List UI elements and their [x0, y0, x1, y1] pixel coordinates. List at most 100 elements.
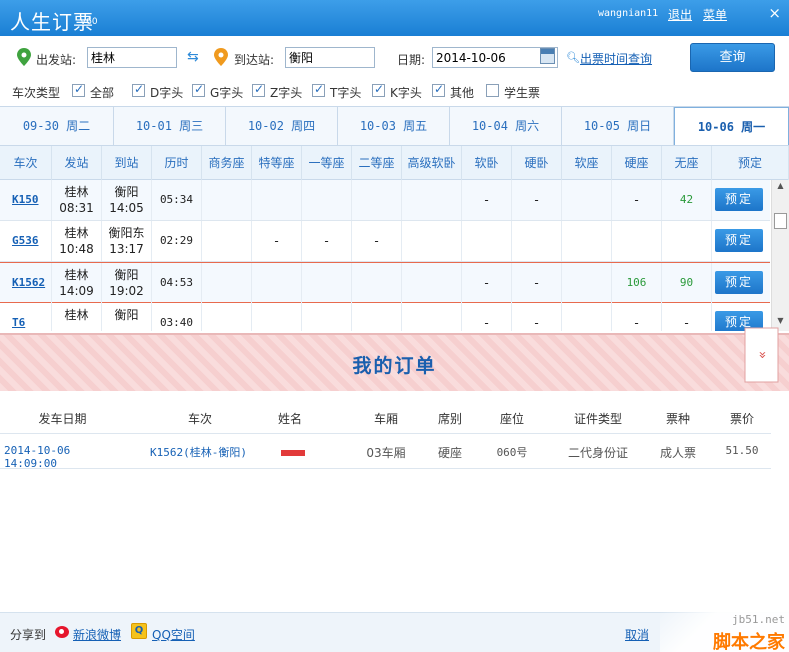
to-station: 衡阳 — [114, 308, 139, 322]
book-button[interactable]: 预定 — [715, 229, 763, 252]
to-label: 到达站: — [234, 53, 275, 67]
checkbox-k[interactable] — [372, 82, 385, 97]
seat-cell — [562, 180, 612, 220]
weibo-link[interactable]: 新浪微博 — [73, 626, 121, 643]
column-header: 发站 — [52, 146, 102, 180]
duration: 04:53 — [152, 263, 202, 303]
column-header: 席别 — [437, 412, 462, 426]
to-cell: 衡阳 19:02 — [102, 263, 152, 303]
from-station: 桂林 — [64, 185, 89, 199]
date-tabs: 09-30 周二 10-01 周三 10-02 周四 10-03 周五 10-0… — [0, 106, 789, 146]
seat-cell: - — [612, 180, 662, 220]
checkbox-g[interactable] — [192, 82, 205, 97]
order-id-type: 二代身份证 — [567, 446, 628, 460]
sale-time-link[interactable]: 出票时间查询 — [580, 50, 652, 67]
book-button[interactable]: 预定 — [715, 188, 763, 211]
from-station-input[interactable] — [87, 47, 177, 68]
from-station: 桂林 — [64, 308, 89, 322]
seat-cell: - — [662, 303, 712, 331]
cancel-link[interactable]: 取消 — [625, 626, 649, 643]
from-station: 桂林 — [64, 268, 89, 282]
seat-cell: - — [612, 303, 662, 331]
query-button[interactable]: 查询 — [690, 43, 775, 72]
checkbox-label: T字头 — [330, 86, 362, 100]
column-header: 票价 — [729, 412, 754, 426]
calendar-icon[interactable] — [540, 48, 555, 64]
seat-cell — [612, 221, 662, 261]
menu-link[interactable]: 菜单 — [703, 6, 727, 23]
seat-cell — [352, 180, 402, 220]
to-cell: 衡阳 — [102, 303, 152, 331]
qzone-icon[interactable]: Q — [131, 623, 147, 639]
tab-date-active[interactable]: 10-06 周一 — [674, 107, 789, 146]
tab-date[interactable]: 09-30 周二 — [0, 107, 114, 146]
checkbox-student[interactable] — [486, 84, 499, 97]
column-header: 软卧 — [462, 146, 512, 180]
departure-time: 08:31 — [59, 201, 94, 215]
column-header: 车次 — [0, 146, 52, 180]
order-price: 51.50 — [725, 444, 759, 457]
from-cell: 桂林 08:31 — [52, 180, 102, 220]
seat-cell: - — [512, 303, 562, 331]
seat-cell: 90 — [662, 263, 712, 303]
tab-date[interactable]: 10-05 周日 — [562, 107, 674, 146]
seat-cell — [202, 180, 252, 220]
column-header: 硬座 — [612, 146, 662, 180]
checkbox-all[interactable] — [72, 82, 85, 97]
to-pin-icon — [214, 48, 228, 66]
close-icon[interactable]: × — [768, 4, 781, 22]
to-station: 衡阳 — [114, 185, 139, 199]
order-train: K1562(桂林-衡阳) — [150, 446, 247, 459]
seat-cell — [402, 180, 462, 220]
swap-stations-icon[interactable]: ⇆ — [187, 49, 199, 65]
train-row: K150 桂林 08:31 衡阳 14:05 05:34 - - - 42 预定 — [0, 180, 770, 221]
column-header: 票种 — [665, 412, 690, 426]
weibo-icon[interactable] — [55, 626, 69, 638]
seat-cell — [402, 221, 462, 261]
seat-cell — [202, 263, 252, 303]
train-table-scrollbar[interactable]: ▲ ▼ — [771, 180, 789, 331]
app-version: V60 — [80, 17, 98, 27]
column-header: 二等座 — [352, 146, 402, 180]
seat-cell: - — [462, 303, 512, 331]
logout-link[interactable]: 退出 — [668, 6, 692, 23]
seat-cell: 42 — [662, 180, 712, 220]
share-label: 分享到 — [10, 628, 47, 642]
tab-date[interactable]: 10-03 周五 — [338, 107, 450, 146]
tab-date[interactable]: 10-04 周六 — [450, 107, 562, 146]
watermark-site: jb51.net — [732, 613, 785, 626]
collapse-chevron-icon[interactable]: » — [744, 327, 779, 383]
checkbox-label: 全部 — [90, 86, 115, 100]
column-header: 到站 — [102, 146, 152, 180]
train-number-link[interactable]: T6 — [0, 303, 52, 331]
orders-banner: 我的订单 » — [0, 327, 789, 391]
train-number-link[interactable]: K1562 — [0, 263, 52, 303]
checkbox-t[interactable] — [312, 82, 325, 97]
order-ticket-type: 成人票 — [659, 446, 696, 460]
order-date: 2014-10-06 14:09:00 — [4, 444, 71, 470]
checkbox-label: 其他 — [450, 86, 475, 100]
to-cell: 衡阳 14:05 — [102, 180, 152, 220]
departure-time: 10:48 — [59, 242, 94, 256]
seat-cell — [562, 263, 612, 303]
to-station-input[interactable] — [285, 47, 375, 68]
seat-cell: - — [352, 221, 402, 261]
to-station: 衡阳东 — [108, 226, 145, 240]
qzone-link[interactable]: QQ空间 — [152, 626, 195, 643]
seat-cell — [402, 303, 462, 331]
seat-cell — [252, 303, 302, 331]
book-button[interactable]: 预定 — [715, 271, 763, 294]
seat-cell — [252, 180, 302, 220]
tab-date[interactable]: 10-01 周三 — [114, 107, 226, 146]
watermark: jb51.net 脚本之家 — [660, 610, 789, 652]
scroll-thumb[interactable] — [774, 213, 787, 229]
train-number-link[interactable]: K150 — [0, 180, 52, 220]
scroll-up-icon[interactable]: ▲ — [772, 181, 789, 195]
checkbox-z[interactable] — [252, 82, 265, 97]
train-number-link[interactable]: G536 — [0, 221, 52, 261]
checkbox-other[interactable] — [432, 82, 445, 97]
tab-date[interactable]: 10-02 周四 — [226, 107, 338, 146]
seat-cell: - — [512, 180, 562, 220]
seat-cell — [662, 221, 712, 261]
checkbox-d[interactable] — [132, 82, 145, 97]
